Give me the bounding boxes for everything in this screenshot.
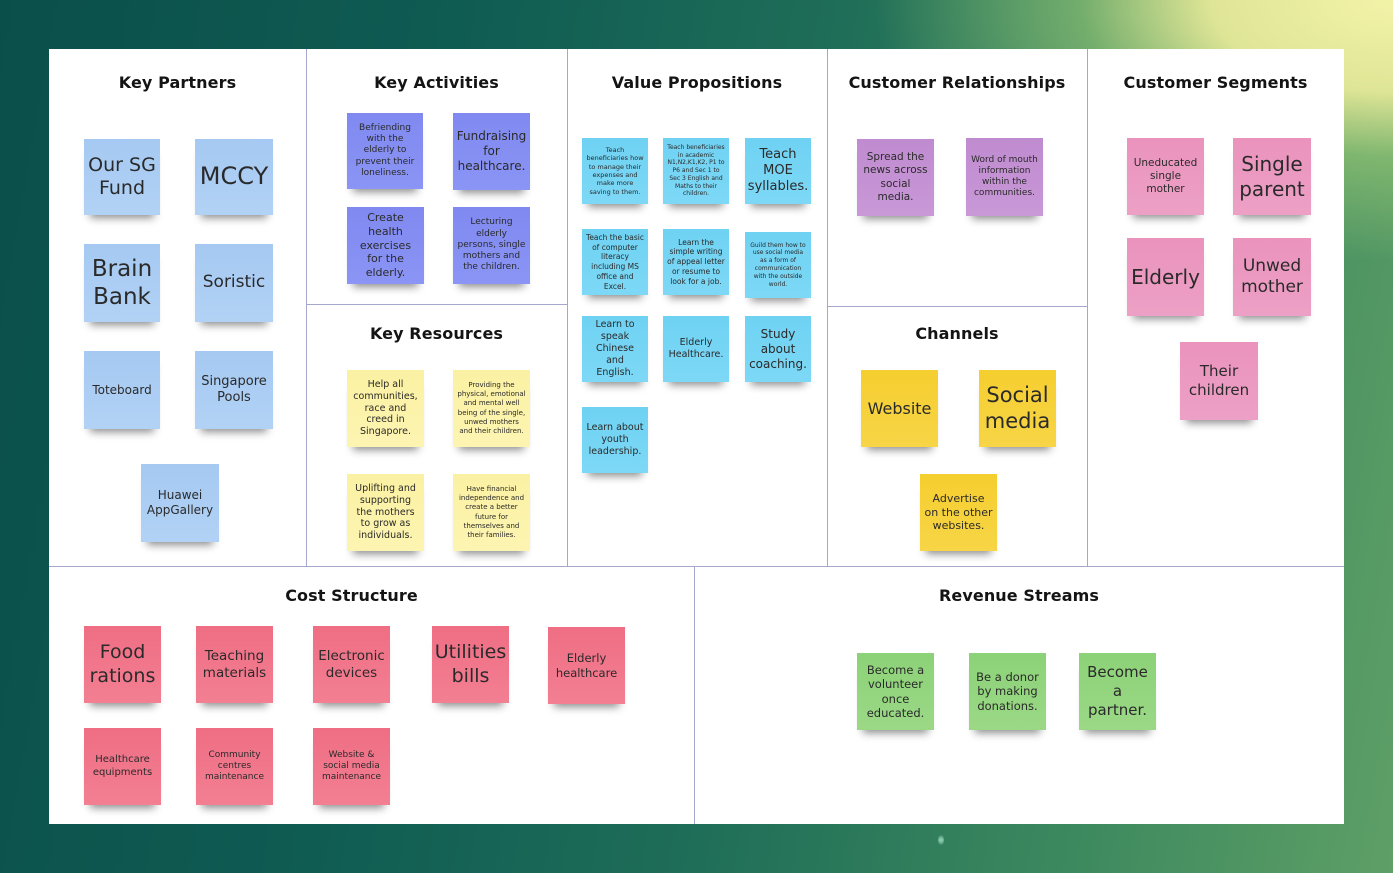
sticky-note[interactable]: Teach beneficiaries in academic N1,N2,K1… xyxy=(663,138,729,204)
section-title: Key Partners xyxy=(118,73,237,92)
section-title: Customer Relationships xyxy=(848,73,1066,92)
sticky-note[interactable]: Create health exercises for the elderly. xyxy=(347,207,424,284)
sticky-note[interactable]: Single parent xyxy=(1233,138,1311,215)
section-key-activities: Key Activities Befriending with the elde… xyxy=(306,49,567,304)
sticky-note[interactable]: Soristic xyxy=(195,244,273,322)
sticky-note[interactable]: Learn to speak Chinese and English. xyxy=(582,316,648,382)
section-title: Value Propositions xyxy=(611,73,783,92)
sticky-note[interactable]: Toteboard xyxy=(84,351,160,429)
sticky-note[interactable]: Unwed mother xyxy=(1233,238,1311,316)
sticky-note[interactable]: Study about coaching. xyxy=(745,316,811,382)
sticky-note[interactable]: Elderly healthcare xyxy=(548,627,625,704)
sticky-note[interactable]: Learn the simple writing of appeal lette… xyxy=(663,229,729,295)
sticky-note[interactable]: Teach the basic of computer literacy inc… xyxy=(582,229,648,295)
sticky-note[interactable]: Website xyxy=(861,370,938,447)
sticky-note[interactable]: Teach MOE syllables. xyxy=(745,138,811,204)
sticky-note[interactable]: Become a partner. xyxy=(1079,653,1156,730)
sticky-note[interactable]: Lecturing elderly persons, single mother… xyxy=(453,207,530,284)
sticky-note[interactable]: Elderly Healthcare. xyxy=(663,316,729,382)
sticky-note[interactable]: Have financial independence and create a… xyxy=(453,474,530,551)
sticky-note[interactable]: Huawei AppGallery xyxy=(141,464,219,542)
section-key-partners: Key Partners Our SG Fund MCCY Brain Bank… xyxy=(49,49,306,566)
sticky-note[interactable]: MCCY xyxy=(195,139,273,215)
sticky-note[interactable]: Become a volunteer once educated. xyxy=(857,653,934,730)
sticky-note[interactable]: Healthcare equipments xyxy=(84,728,161,805)
sticky-note[interactable]: Word of mouth information within the com… xyxy=(966,138,1043,216)
sticky-note[interactable]: Singapore Pools xyxy=(195,351,273,429)
sticky-note[interactable]: Help all communities, race and creed in … xyxy=(347,370,424,447)
sticky-note[interactable]: Advertise on the other websites. xyxy=(920,474,997,551)
sticky-note[interactable]: Providing the physical, emotional and me… xyxy=(453,370,530,447)
sticky-note[interactable]: Elderly xyxy=(1127,238,1204,316)
section-value-propositions: Value Propositions Teach beneficiaries h… xyxy=(567,49,827,566)
section-channels: Channels Website Social media Advertise … xyxy=(827,306,1087,566)
section-title: Key Activities xyxy=(374,73,499,92)
sticky-note[interactable]: Utilities bills xyxy=(432,626,509,703)
sticky-note[interactable]: Teaching materials xyxy=(196,626,273,703)
sticky-note[interactable]: Social media xyxy=(979,370,1056,447)
section-title: Cost Structure xyxy=(285,586,418,605)
sticky-note[interactable]: Electronic devices xyxy=(313,626,390,703)
section-revenue-streams: Revenue Streams Become a volunteer once … xyxy=(694,566,1344,824)
sticky-note[interactable]: Spread the news across social media. xyxy=(857,139,934,216)
sticky-note[interactable]: Our SG Fund xyxy=(84,139,160,215)
section-title: Customer Segments xyxy=(1123,73,1308,92)
sticky-note[interactable]: Community centres maintenance xyxy=(196,728,273,805)
section-key-resources: Key Resources Help all communities, race… xyxy=(306,304,567,566)
sticky-note[interactable]: Teach beneficiaries how to manage their … xyxy=(582,138,648,204)
section-title: Key Resources xyxy=(369,324,504,343)
sticky-note[interactable]: Uneducated single mother xyxy=(1127,138,1204,215)
background-sparkle xyxy=(938,835,944,845)
sticky-note[interactable]: Fundraising for healthcare. xyxy=(453,113,530,190)
sticky-note[interactable]: Learn about youth leadership. xyxy=(582,407,648,473)
sticky-note[interactable]: Food rations xyxy=(84,626,161,703)
section-title: Channels xyxy=(915,324,999,343)
business-model-canvas: Key Partners Our SG Fund MCCY Brain Bank… xyxy=(49,49,1344,824)
section-title: Revenue Streams xyxy=(938,586,1100,605)
section-cost-structure: Cost Structure Food rations Teaching mat… xyxy=(49,566,694,824)
section-customer-segments: Customer Segments Uneducated single moth… xyxy=(1087,49,1344,566)
sticky-note[interactable]: Befriending with the elderly to prevent … xyxy=(347,113,423,189)
sticky-note[interactable]: Be a donor by making donations. xyxy=(969,653,1046,730)
sticky-note[interactable]: Their children xyxy=(1180,342,1258,420)
sticky-note[interactable]: Brain Bank xyxy=(84,244,160,322)
sticky-note[interactable]: Uplifting and supporting the mothers to … xyxy=(347,474,424,551)
sticky-note[interactable]: Website & social media maintenance xyxy=(313,728,390,805)
section-customer-relationships: Customer Relationships Spread the news a… xyxy=(827,49,1087,306)
sticky-note[interactable]: Guild them how to use social media as a … xyxy=(745,232,811,298)
